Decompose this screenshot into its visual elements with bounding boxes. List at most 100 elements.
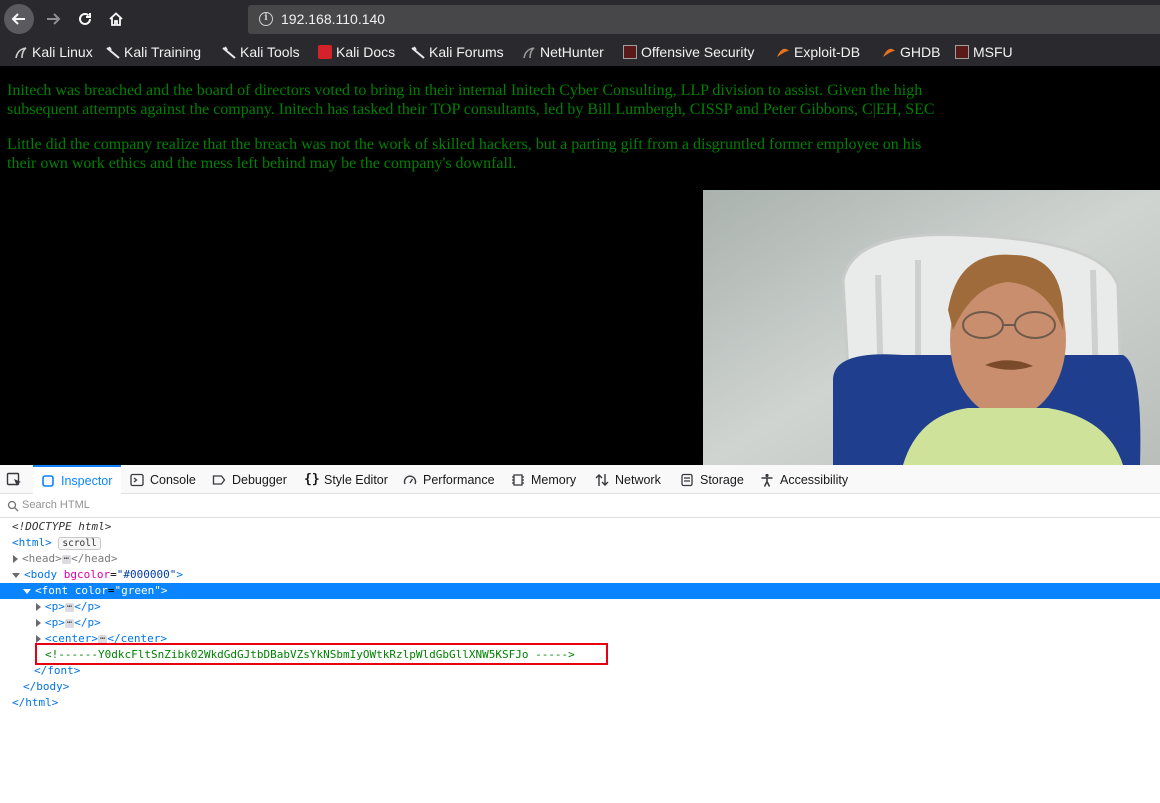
bookmark-label: Exploit-DB — [794, 44, 861, 60]
tab-label: Memory — [531, 472, 577, 487]
devtools-toolbar: Inspector Console Debugger {} Style Edit… — [0, 465, 1160, 494]
kali-docs-icon — [318, 45, 332, 59]
bookmark-label: Kali Linux — [32, 44, 93, 60]
p-close-tag: </p> — [74, 600, 101, 613]
browser-chrome: i 192.168.110.140 Kali Linux Kali Traini… — [0, 0, 1160, 66]
home-icon — [109, 12, 123, 26]
chip-icon — [511, 473, 525, 487]
back-button[interactable] — [4, 4, 34, 34]
reload-button[interactable] — [70, 4, 100, 34]
tab-label: Inspector — [61, 473, 113, 488]
bookmark-label: Kali Training — [124, 44, 202, 60]
kali-dragon-icon — [411, 45, 425, 59]
milton-beach-photo — [703, 190, 1160, 465]
exploitdb-icon — [776, 45, 790, 59]
story-paragraph-2: Little did the company realize that the … — [7, 135, 1160, 173]
pick-element-icon — [6, 472, 21, 486]
inspector-icon — [41, 474, 55, 488]
html-close-tag: </html> — [12, 696, 59, 709]
url-bar[interactable]: i 192.168.110.140 — [248, 5, 1160, 34]
forward-button[interactable] — [38, 4, 68, 34]
paragraph-line: Initech was breached and the board of di… — [7, 82, 923, 99]
collapsed-ellipsis[interactable]: ⋯ — [61, 554, 72, 564]
element-picker-button[interactable] — [6, 465, 22, 494]
bookmark-kali-docs[interactable]: Kali Docs — [318, 42, 395, 62]
kali-dragon-icon — [222, 45, 236, 59]
tree-node-p[interactable]: <p> ⋯ </p> — [0, 599, 1160, 615]
bookmark-label: GHDB — [900, 44, 941, 60]
console-icon — [130, 473, 144, 487]
bookmark-offensive-security[interactable]: Offensive Security — [623, 42, 754, 62]
arrow-right-icon — [47, 13, 61, 25]
tab-console[interactable]: Console — [130, 465, 196, 494]
accessibility-icon — [760, 473, 774, 487]
expand-arrow-icon[interactable] — [36, 603, 41, 611]
expand-arrow-icon[interactable] — [13, 555, 18, 563]
bookmark-label: Offensive Security — [641, 44, 755, 60]
bookmark-label: MSFU — [973, 44, 1013, 60]
tab-inspector[interactable]: Inspector — [33, 465, 121, 494]
tree-node-body-close[interactable]: </body> — [0, 679, 1160, 695]
tab-style-editor[interactable]: {} Style Editor — [304, 465, 388, 494]
expand-arrow-icon[interactable] — [36, 635, 41, 643]
body-attr-name: bgcolor — [63, 568, 111, 581]
tree-node-html-close[interactable]: </html> — [0, 695, 1160, 711]
home-button[interactable] — [101, 4, 131, 34]
tree-node-font-close[interactable]: </font> — [0, 663, 1160, 679]
kali-dragon-icon — [106, 45, 120, 59]
collapse-arrow-icon[interactable] — [23, 588, 31, 594]
tab-label: Performance — [423, 472, 495, 487]
collapsed-ellipsis[interactable]: ⋯ — [64, 602, 75, 612]
tab-storage[interactable]: Storage — [680, 465, 744, 494]
html-open-tag: <html> — [12, 536, 52, 549]
tab-accessibility[interactable]: Accessibility — [760, 465, 848, 494]
html-search-bar[interactable]: Search HTML — [0, 495, 1160, 518]
offsec-icon — [955, 45, 969, 59]
tab-label: Debugger — [232, 472, 287, 487]
tab-performance[interactable]: Performance — [403, 465, 495, 494]
bookmark-msfu[interactable]: MSFU — [955, 42, 1013, 62]
tree-node-p[interactable]: <p> ⋯ </p> — [0, 615, 1160, 631]
bookmark-kali-forums[interactable]: Kali Forums — [411, 42, 504, 62]
bookmark-kali-linux[interactable]: Kali Linux — [14, 42, 93, 62]
tab-label: Network — [615, 472, 661, 487]
navigation-toolbar: i 192.168.110.140 — [0, 0, 1160, 38]
storage-icon — [680, 473, 694, 487]
braces-icon: {} — [304, 471, 320, 487]
exploitdb-icon — [882, 45, 896, 59]
url-text[interactable]: 192.168.110.140 — [281, 11, 385, 27]
bookmark-kali-training[interactable]: Kali Training — [106, 42, 201, 62]
font-tag-name: font — [41, 584, 69, 597]
bookmark-kali-tools[interactable]: Kali Tools — [222, 42, 300, 62]
scroll-badge[interactable]: scroll — [58, 536, 101, 550]
collapse-arrow-icon[interactable] — [12, 572, 20, 578]
arrow-left-icon — [11, 13, 25, 25]
tree-node-font-selected[interactable]: <font color="green"> — [0, 583, 1160, 599]
bookmark-label: Kali Forums — [429, 44, 504, 60]
comment-highlight-box — [35, 643, 608, 665]
tree-node-body[interactable]: <body bgcolor="#000000"> — [0, 567, 1160, 583]
search-input[interactable]: Search HTML — [22, 499, 90, 511]
font-attr-value: "green" — [114, 584, 161, 597]
bookmark-label: Kali Tools — [240, 44, 300, 60]
expand-arrow-icon[interactable] — [36, 619, 41, 627]
devtools-panel: Inspector Console Debugger {} Style Edit… — [0, 465, 1160, 803]
p-close-tag: </p> — [74, 616, 101, 629]
paragraph-line: subsequent attempts against the company.… — [7, 101, 935, 118]
bookmark-nethunter[interactable]: NetHunter — [522, 42, 604, 62]
bookmark-exploit-db[interactable]: Exploit-DB — [776, 42, 860, 62]
tab-network[interactable]: Network — [595, 465, 661, 494]
tab-label: Storage — [700, 472, 744, 487]
tab-debugger[interactable]: Debugger — [212, 465, 287, 494]
body-attr-value: "#000000" — [116, 568, 177, 581]
bookmark-ghdb[interactable]: GHDB — [882, 42, 940, 62]
tree-node-head[interactable]: <head> ⋯ </head> — [0, 551, 1160, 567]
tab-memory[interactable]: Memory — [511, 465, 576, 494]
head-close-tag: </head> — [71, 552, 118, 565]
tree-node-doctype[interactable]: <!DOCTYPE html> — [0, 519, 1160, 535]
info-icon[interactable]: i — [259, 12, 273, 26]
tree-node-html[interactable]: <html> scroll — [0, 535, 1160, 551]
body-close-tag: </body> — [23, 680, 70, 693]
collapsed-ellipsis[interactable]: ⋯ — [64, 618, 75, 628]
paragraph-line: their own work ethics and the mess left … — [7, 155, 517, 172]
